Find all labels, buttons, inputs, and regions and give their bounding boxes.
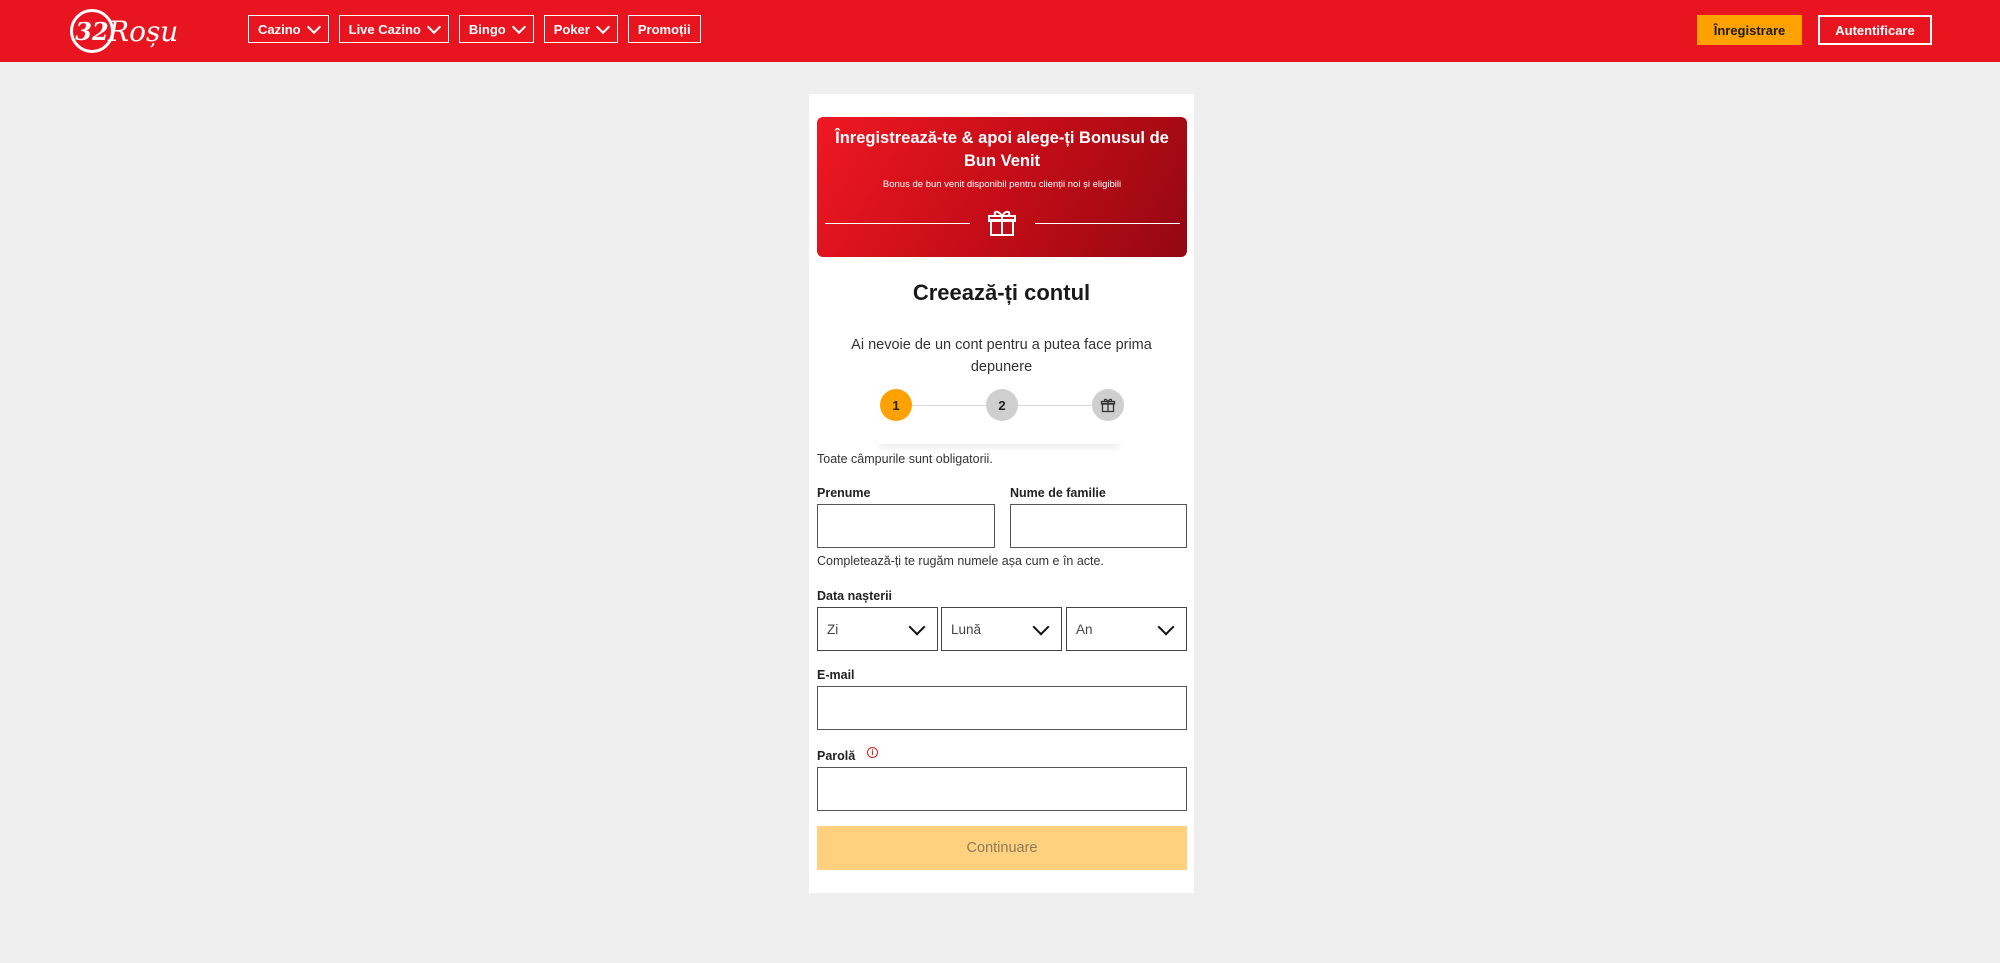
welcome-bonus-banner: Înregistrează-te & apoi alege-ți Bonusul… xyxy=(817,117,1187,257)
stepper-divider xyxy=(879,438,1119,444)
step-1-current: 1 xyxy=(880,389,912,421)
last-name-field[interactable] xyxy=(1010,504,1187,548)
nav-item-label: Cazino xyxy=(258,21,301,37)
dob-month-value: Lună xyxy=(951,621,982,637)
email-field[interactable] xyxy=(817,686,1187,730)
chevron-down-icon xyxy=(306,19,321,34)
dob-year-select[interactable]: An xyxy=(1066,607,1187,651)
required-fields-note: Toate câmpurile sunt obligatorii. xyxy=(817,452,993,466)
chevron-down-icon xyxy=(595,19,610,34)
dob-month-select[interactable]: Lună xyxy=(941,607,1062,651)
email-label: E-mail xyxy=(817,668,855,682)
chevron-down-icon xyxy=(908,618,926,636)
nav-item-label: Promoții xyxy=(637,21,691,37)
password-field[interactable] xyxy=(817,767,1187,811)
chevron-down-icon xyxy=(1032,618,1050,636)
name-help-text: Completează-ți te rugăm numele așa cum e… xyxy=(817,554,1104,568)
nav-item-promotii[interactable]: Promoții xyxy=(627,15,701,43)
nav-item-cazino[interactable]: Cazino xyxy=(248,15,329,43)
nav-item-label: Live Cazino xyxy=(348,21,421,37)
gift-icon xyxy=(988,210,1016,236)
first-name-field[interactable] xyxy=(817,504,995,548)
step-connector xyxy=(912,405,986,406)
info-icon[interactable]: i xyxy=(867,747,878,758)
step-connector xyxy=(1018,405,1092,406)
step-2: 2 xyxy=(986,389,1018,421)
step-3-bonus xyxy=(1092,389,1124,421)
register-button[interactable]: Înregistrare xyxy=(1697,15,1802,45)
top-navigation-bar: 32 Roșu Cazino Live Cazino Bingo Poker P… xyxy=(0,0,2000,62)
dob-day-value: Zi xyxy=(827,621,839,637)
banner-title: Înregistrează-te & apoi alege-ți Bonusul… xyxy=(835,129,1169,170)
chevron-down-icon xyxy=(1157,618,1175,636)
banner-divider-right xyxy=(1035,223,1180,224)
dob-year-value: An xyxy=(1076,621,1093,637)
chevron-down-icon xyxy=(511,19,526,34)
banner-subtitle: Bonus de bun venit disponibil pentru cli… xyxy=(882,179,1122,190)
last-name-label: Nume de familie xyxy=(1010,486,1106,500)
password-label: Parolă xyxy=(817,749,856,763)
logo-word: Roșu xyxy=(108,14,179,48)
banner-divider-left xyxy=(825,223,970,224)
nav-item-label: Poker xyxy=(553,21,590,37)
page-title: Creează-ți contul xyxy=(912,280,1091,305)
main-nav: Cazino Live Cazino Bingo Poker Promoții xyxy=(248,15,701,43)
dob-day-select[interactable]: Zi xyxy=(817,607,938,651)
nav-item-poker[interactable]: Poker xyxy=(543,15,618,43)
logo[interactable]: 32 Roșu xyxy=(70,6,190,56)
chevron-down-icon xyxy=(426,19,441,34)
continue-button[interactable]: Continuare xyxy=(817,826,1187,870)
registration-stepper: 1 2 xyxy=(880,389,1124,421)
page-subtitle: Ai nevoie de un cont pentru a putea face… xyxy=(851,337,1152,375)
nav-item-bingo[interactable]: Bingo xyxy=(458,15,534,43)
password-label-row: Parolă i xyxy=(817,747,878,763)
gift-icon xyxy=(1100,398,1116,413)
registration-card: Înregistrează-te & apoi alege-ți Bonusul… xyxy=(809,94,1194,893)
first-name-label: Prenume xyxy=(817,486,871,500)
dob-label: Data nașterii xyxy=(817,589,893,603)
login-button[interactable]: Autentificare xyxy=(1818,15,1932,45)
nav-item-label: Bingo xyxy=(468,21,506,37)
nav-item-live-cazino[interactable]: Live Cazino xyxy=(338,15,449,43)
